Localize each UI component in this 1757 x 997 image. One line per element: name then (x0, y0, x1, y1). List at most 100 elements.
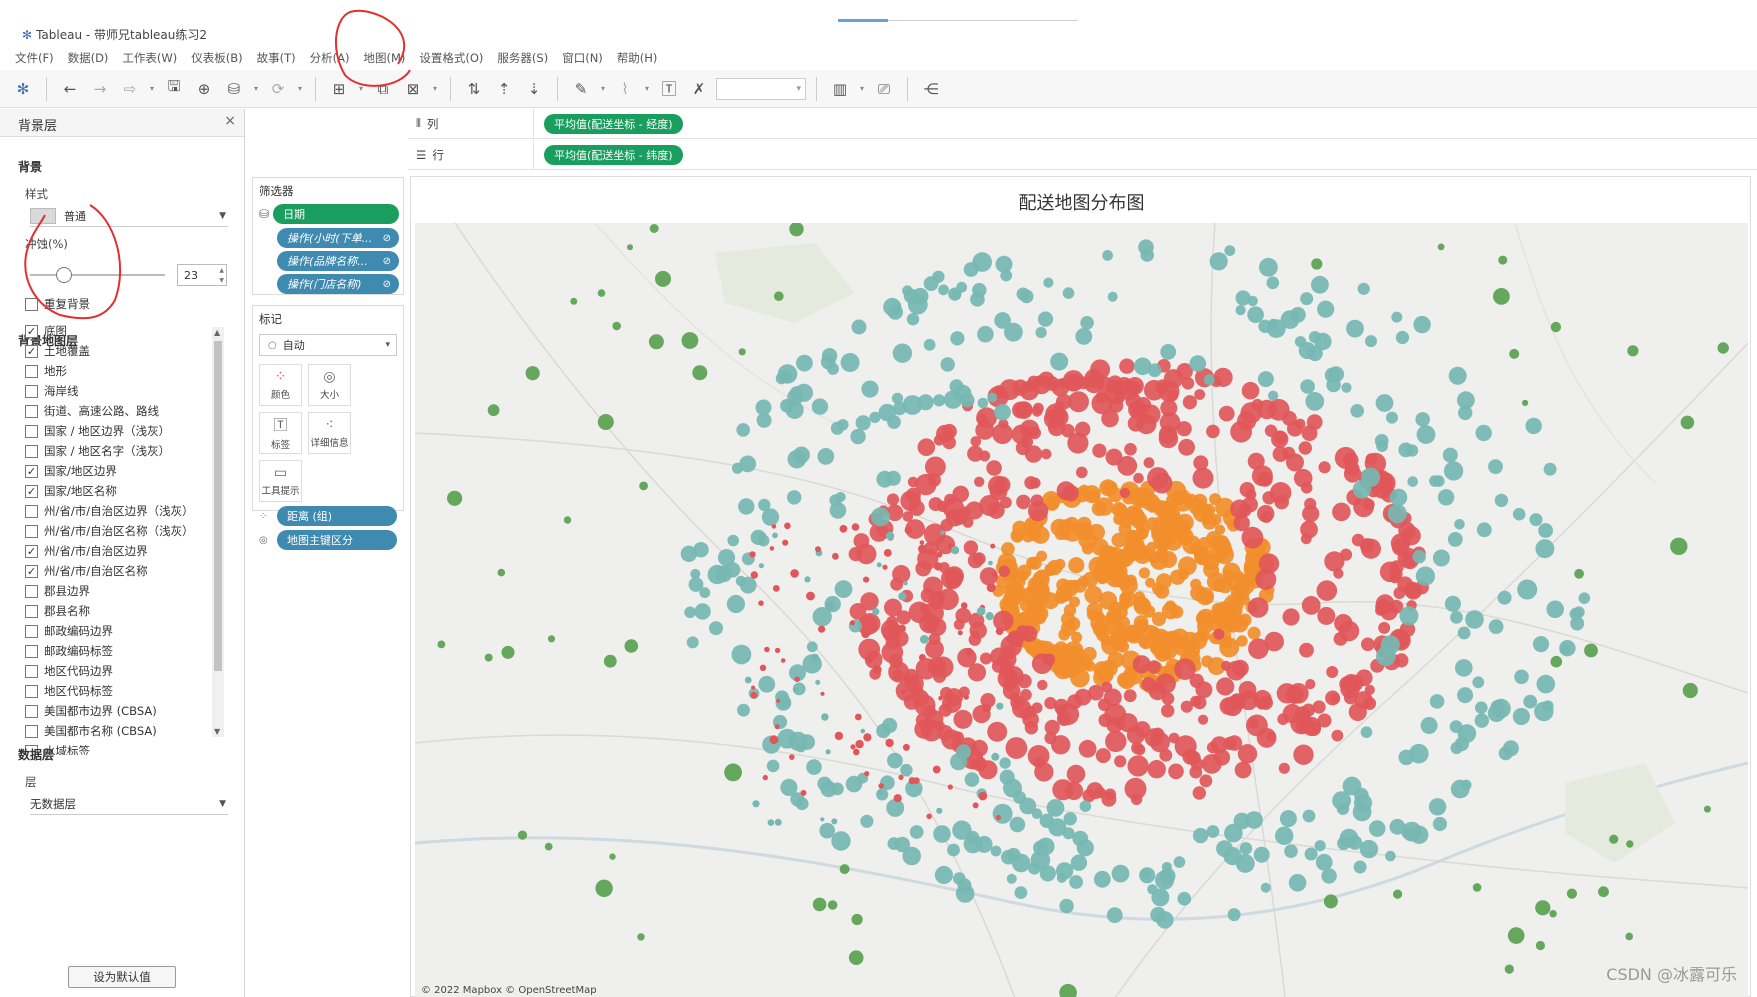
delivery-point[interactable] (829, 494, 842, 507)
delivery-point[interactable] (1318, 461, 1331, 474)
delivery-point[interactable] (1461, 779, 1472, 791)
delivery-point[interactable] (993, 610, 1014, 631)
datasource-dropdown-icon[interactable]: ▾ (251, 76, 261, 102)
presentation-mode-icon[interactable]: ⎚ (871, 76, 897, 102)
delivery-point[interactable] (940, 357, 955, 372)
delivery-point[interactable] (1302, 809, 1316, 823)
checkbox[interactable] (25, 644, 38, 658)
delivery-point[interactable] (1331, 729, 1344, 742)
delivery-point[interactable] (1070, 854, 1088, 871)
delivery-point[interactable] (1502, 740, 1519, 757)
delivery-point[interactable] (1189, 632, 1208, 650)
delivery-point[interactable] (771, 524, 777, 529)
delivery-point[interactable] (933, 562, 943, 571)
delivery-point[interactable] (1028, 556, 1042, 570)
delivery-point[interactable] (707, 564, 727, 585)
delivery-point[interactable] (1549, 910, 1557, 918)
delivery-point[interactable] (1428, 798, 1447, 816)
delivery-point[interactable] (972, 252, 992, 272)
delivery-point[interactable] (904, 526, 913, 534)
delivery-point[interactable] (1351, 533, 1365, 547)
delivery-point[interactable] (1491, 698, 1511, 719)
delivery-point[interactable] (926, 813, 932, 820)
menu-dashboard[interactable]: 仪表板(B) (184, 50, 249, 66)
delivery-point[interactable] (972, 802, 979, 809)
delivery-point[interactable] (834, 580, 853, 598)
delivery-point[interactable] (648, 334, 664, 350)
delivery-point[interactable] (1182, 395, 1197, 410)
delivery-point[interactable] (1339, 548, 1353, 561)
delivery-point[interactable] (1056, 712, 1071, 726)
delivery-point[interactable] (1035, 326, 1047, 339)
delivery-point[interactable] (751, 685, 756, 690)
delivery-point[interactable] (758, 600, 764, 606)
delivery-point[interactable] (1060, 620, 1077, 636)
delivery-point[interactable] (782, 539, 789, 546)
delivery-point[interactable] (851, 319, 867, 335)
delivery-point[interactable] (1317, 300, 1335, 318)
delivery-point[interactable] (1341, 382, 1352, 393)
delivery-point[interactable] (987, 721, 1008, 742)
delivery-point[interactable] (1203, 374, 1215, 386)
delivery-point[interactable] (974, 476, 985, 487)
menu-map[interactable]: 地图(M) (356, 50, 412, 66)
delivery-point[interactable] (998, 565, 1010, 577)
delivery-point[interactable] (1235, 305, 1246, 316)
delivery-point[interactable] (1145, 577, 1156, 588)
delivery-point[interactable] (1717, 342, 1729, 354)
delivery-point[interactable] (950, 753, 968, 771)
delivery-point[interactable] (1247, 452, 1265, 470)
checkbox[interactable] (25, 384, 38, 398)
delivery-point[interactable] (1245, 489, 1257, 500)
delivery-point[interactable] (1075, 421, 1091, 437)
delivery-point[interactable] (896, 610, 911, 625)
delivery-point[interactable] (885, 738, 894, 748)
delivery-point[interactable] (1293, 468, 1313, 488)
delivery-point[interactable] (1457, 687, 1474, 704)
delivery-point[interactable] (1134, 721, 1151, 738)
delivery-point[interactable] (1005, 737, 1028, 759)
style-select[interactable]: 普通 ▼ (30, 205, 228, 227)
set-default-button[interactable]: 设为默认值 (68, 966, 176, 988)
delivery-point[interactable] (780, 658, 786, 663)
delivery-point[interactable] (1442, 447, 1458, 463)
delivery-point[interactable] (851, 913, 863, 926)
delivery-point[interactable] (1560, 644, 1571, 655)
delivery-point[interactable] (963, 694, 969, 700)
delivery-point[interactable] (737, 703, 750, 717)
delivery-point[interactable] (787, 449, 807, 469)
delivery-point[interactable] (882, 717, 898, 734)
delivery-point[interactable] (1198, 714, 1209, 725)
delivery-point[interactable] (1525, 417, 1542, 435)
delivery-point[interactable] (1127, 415, 1144, 432)
delivery-point[interactable] (1098, 713, 1112, 727)
delivery-point[interactable] (784, 522, 791, 530)
map-layer-row[interactable]: 地形 (25, 363, 67, 379)
delivery-point[interactable] (1321, 868, 1337, 884)
delivery-point[interactable] (1574, 568, 1584, 579)
delivery-point[interactable] (1536, 674, 1556, 694)
delivery-point[interactable] (856, 543, 877, 565)
filter-pill-date[interactable]: 日期 (273, 204, 399, 224)
delivery-point[interactable] (877, 789, 884, 796)
delivery-point[interactable] (1141, 677, 1156, 692)
map-layer-row[interactable]: 美国都市名称 (CBSA) (25, 723, 157, 739)
delivery-point[interactable] (815, 546, 821, 553)
delivery-point[interactable] (1542, 700, 1554, 712)
checkbox[interactable] (25, 684, 38, 698)
delivery-point[interactable] (871, 507, 890, 527)
delivery-point[interactable] (1550, 655, 1563, 668)
delivery-point[interactable] (1044, 719, 1060, 736)
delivery-point[interactable] (840, 353, 860, 372)
delivery-point[interactable] (1493, 288, 1510, 305)
delivery-point[interactable] (902, 846, 921, 866)
delivery-point[interactable] (597, 289, 606, 297)
sort-ascending-icon[interactable]: ⇡ (491, 76, 517, 102)
delivery-point[interactable] (1174, 658, 1196, 680)
delivery-point[interactable] (1056, 481, 1076, 501)
delivery-point[interactable] (1006, 632, 1021, 646)
checkbox[interactable] (25, 624, 38, 638)
delivery-point[interactable] (869, 411, 881, 423)
checkbox[interactable] (25, 704, 38, 718)
delivery-point[interactable] (1138, 239, 1154, 255)
